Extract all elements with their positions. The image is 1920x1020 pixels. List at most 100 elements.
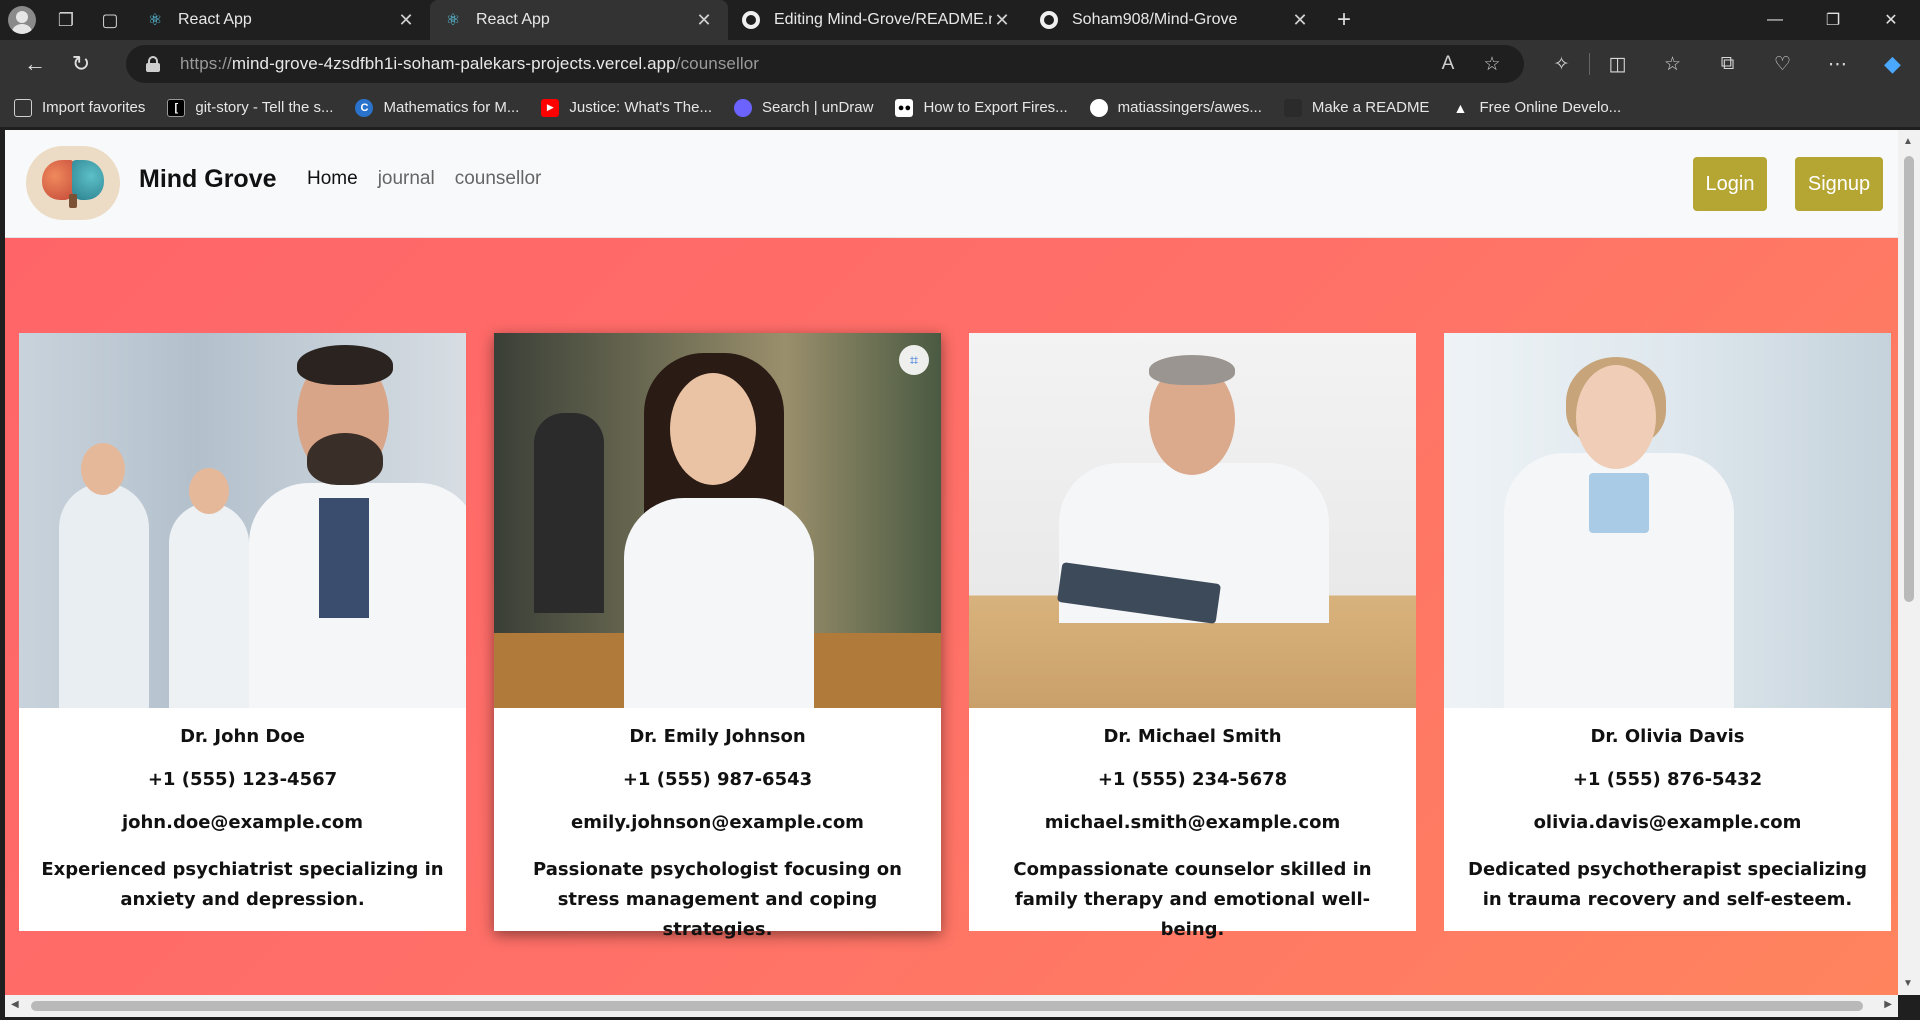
visual-search-icon[interactable]: ⌗ xyxy=(899,345,929,375)
counsellor-info: Dr. John Doe +1 (555) 123-4567 john.doe@… xyxy=(19,726,466,915)
counsellor-phone: +1 (555) 123-4567 xyxy=(147,769,338,790)
more-options-icon[interactable]: ⋯ xyxy=(1810,53,1865,76)
close-icon[interactable]: ✕ xyxy=(1290,10,1310,31)
import-icon xyxy=(14,98,32,117)
browser-essentials-icon[interactable]: ♡ xyxy=(1755,53,1810,76)
favorite-item-import[interactable]: Import favorites xyxy=(14,98,146,117)
counsellor-photo xyxy=(969,333,1416,708)
extensions-icon[interactable]: ✧ xyxy=(1534,53,1589,76)
triangle-icon: ▲ xyxy=(1453,99,1468,116)
counsellor-phone: +1 (555) 876-5432 xyxy=(1572,769,1763,790)
photo-figure xyxy=(670,373,756,485)
refresh-icon[interactable]: ↻ xyxy=(58,44,104,84)
favorite-item-undraw[interactable]: Search | unDraw xyxy=(734,98,873,117)
favorite-label: Import favorites xyxy=(42,99,146,116)
counsellor-name: Dr. John Doe xyxy=(180,726,305,747)
counsellor-card[interactable]: Dr. John Doe +1 (555) 123-4567 john.doe@… xyxy=(19,333,466,931)
brain-logo-icon[interactable] xyxy=(26,146,120,220)
minimize-icon[interactable]: — xyxy=(1746,0,1804,40)
counsellor-email: olivia.davis@example.com xyxy=(1533,812,1802,833)
favorite-item-free-online[interactable]: ▲ Free Online Develo... xyxy=(1451,99,1622,117)
workspaces-icon[interactable]: ❐ xyxy=(44,0,88,40)
counsellor-card[interactable]: Dr. Michael Smith +1 (555) 234-5678 mich… xyxy=(969,333,1416,940)
tab-actions-icon[interactable]: ▢ xyxy=(88,0,132,40)
favorite-label: Make a README xyxy=(1311,99,1430,116)
horizontal-scrollbar[interactable]: ◀ ▶ xyxy=(5,995,1898,1017)
read-aloud-icon[interactable]: A xyxy=(1426,53,1470,75)
scroll-down-icon[interactable]: ▼ xyxy=(1903,978,1913,989)
url-host: mind-grove-4zsdfbh1i-soham-palekars-proj… xyxy=(231,54,676,73)
counsellor-card[interactable]: Dr. Olivia Davis +1 (555) 876-5432 olivi… xyxy=(1444,333,1891,931)
favorite-star-icon[interactable]: ☆ xyxy=(1470,53,1514,76)
nav-link-home[interactable]: Home xyxy=(307,168,358,190)
counsellor-description: Passionate psychologist focusing on stre… xyxy=(533,859,902,940)
photo-figure xyxy=(1149,355,1235,385)
restore-icon[interactable]: ❐ xyxy=(1804,0,1862,40)
url-text[interactable]: https://mind-grove-4zsdfbh1i-soham-palek… xyxy=(180,54,759,74)
photo-figure xyxy=(189,468,229,514)
favorite-item-mathematics[interactable]: C Mathematics for M... xyxy=(355,98,519,117)
horizontal-scroll-thumb[interactable] xyxy=(31,1001,1863,1011)
tab-title: Editing Mind-Grove/README.md xyxy=(774,11,992,28)
close-icon[interactable]: ✕ xyxy=(396,10,416,31)
counsellor-phone: +1 (555) 234-5678 xyxy=(1097,769,1288,790)
photo-figure xyxy=(169,503,249,708)
close-icon[interactable]: ✕ xyxy=(992,10,1012,31)
favorite-item-git-story[interactable]: [git-story - Tell the s... xyxy=(167,98,333,117)
login-button[interactable]: Login xyxy=(1693,157,1767,211)
split-screen-icon[interactable]: ◫ xyxy=(1590,53,1645,76)
favorite-item-justice[interactable]: ▶ Justice: What's The... xyxy=(541,98,712,117)
counsellor-description: Dedicated psychotherapist specializing i… xyxy=(1468,859,1867,910)
counsellor-name: Dr. Emily Johnson xyxy=(629,726,806,747)
back-icon[interactable]: ← xyxy=(12,44,58,84)
site-brand[interactable]: Mind Grove xyxy=(139,165,277,194)
url-scheme: https:// xyxy=(180,54,232,73)
counsellor-card-list: Dr. John Doe +1 (555) 123-4567 john.doe@… xyxy=(19,333,1891,940)
tab-title: React App xyxy=(476,11,550,28)
tab-react-app-1[interactable]: ⚛ React App ✕ xyxy=(132,0,430,40)
tab-react-app-2[interactable]: ⚛ React App ✕ xyxy=(430,0,728,40)
scroll-up-icon[interactable]: ▲ xyxy=(1903,136,1913,147)
github-icon xyxy=(1089,98,1108,117)
scroll-right-icon[interactable]: ▶ xyxy=(1884,999,1892,1010)
profile-button[interactable] xyxy=(0,0,44,40)
favorite-item-readme[interactable]: Make a README xyxy=(1283,98,1430,117)
counsellor-info: Dr. Emily Johnson +1 (555) 987-6543 emil… xyxy=(494,726,941,945)
brain-icon xyxy=(42,158,104,208)
signup-button[interactable]: Signup xyxy=(1795,157,1883,211)
copilot-icon[interactable]: ◆ xyxy=(1865,51,1920,77)
counsellor-photo xyxy=(19,333,466,708)
collections-icon[interactable]: ⧉ xyxy=(1700,53,1755,75)
favorites-bar: Import favorites [git-story - Tell the s… xyxy=(0,88,1920,127)
coursera-icon: C xyxy=(355,98,374,117)
nav-link-counsellor[interactable]: counsellor xyxy=(455,168,542,190)
favorite-item-matiassingers[interactable]: matiassingers/awes... xyxy=(1089,98,1262,117)
brain-stem xyxy=(69,194,77,208)
address-bar-actions: A ☆ xyxy=(1426,45,1514,83)
nav-link-journal[interactable]: journal xyxy=(378,168,435,190)
counsellor-card[interactable]: ⌗ Dr. Emily Johnson +1 (555) 987-6543 em… xyxy=(494,333,941,940)
browser-tools: ✧ ◫ ☆ ⧉ ♡ ⋯ ◆ xyxy=(1534,40,1920,88)
favorite-label: Free Online Develo... xyxy=(1479,99,1622,116)
vertical-scrollbar[interactable]: ▲ ▼ xyxy=(1898,130,1920,995)
tab-editing-readme[interactable]: Editing Mind-Grove/README.md ✕ xyxy=(728,0,1026,40)
favorites-icon[interactable]: ☆ xyxy=(1645,53,1700,76)
favorite-item-export[interactable]: ●● How to Export Fires... xyxy=(895,98,1068,117)
medium-icon: ●● xyxy=(895,98,914,117)
address-bar[interactable]: https://mind-grove-4zsdfbh1i-soham-palek… xyxy=(126,45,1524,83)
vertical-scroll-thumb[interactable] xyxy=(1904,156,1914,602)
github-icon xyxy=(1040,11,1058,29)
new-tab-button[interactable]: + xyxy=(1324,0,1364,40)
counsellor-email: emily.johnson@example.com xyxy=(571,812,864,833)
close-icon[interactable]: ✕ xyxy=(694,10,714,31)
photo-figure xyxy=(624,498,814,708)
lock-icon[interactable] xyxy=(146,56,160,72)
tab-mind-grove-repo[interactable]: Soham908/Mind-Grove ✕ xyxy=(1026,0,1324,40)
close-window-icon[interactable]: ✕ xyxy=(1862,0,1920,40)
counsellor-name: Dr. Olivia Davis xyxy=(1590,726,1745,747)
photo-figure xyxy=(59,483,149,708)
scroll-left-icon[interactable]: ◀ xyxy=(11,999,19,1010)
counsellor-phone: +1 (555) 987-6543 xyxy=(622,769,813,790)
counsellor-info: Dr. Michael Smith +1 (555) 234-5678 mich… xyxy=(969,726,1416,945)
undraw-icon xyxy=(734,98,752,117)
